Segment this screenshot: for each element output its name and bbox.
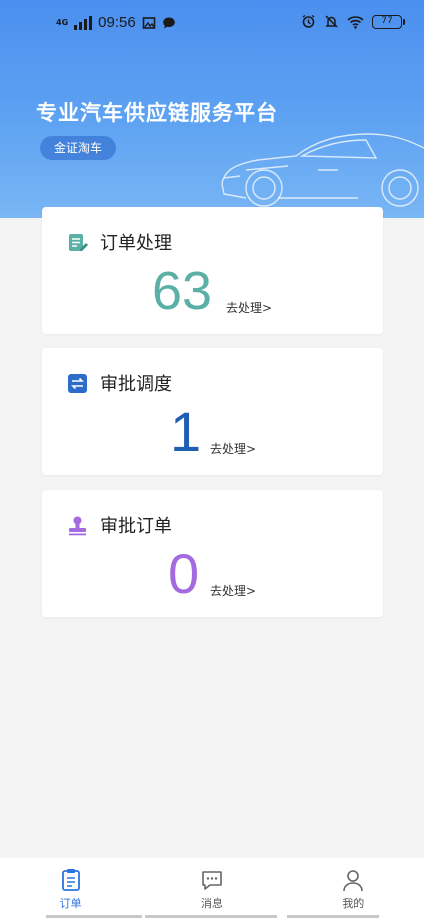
order-approval-card[interactable]: 审批订单 0 去处理> <box>42 490 383 617</box>
car-illustration <box>221 133 424 207</box>
stamp-icon <box>69 516 86 535</box>
tab-label: 订单 <box>59 897 82 910</box>
swap-arrows-icon <box>68 373 87 393</box>
order-approval-count: 0 <box>168 542 200 605</box>
dispatch-approval-count: 1 <box>170 400 202 463</box>
mute-bell-icon <box>325 15 338 28</box>
go-process-link[interactable]: 去处理> <box>210 440 256 457</box>
status-bar: 4G 09:56 77 <box>0 0 424 46</box>
card-title: 审批调度 <box>100 374 172 395</box>
wifi-icon <box>347 15 364 29</box>
card-title: 订单处理 <box>100 233 172 254</box>
bottom-tab-bar: 订单 消息 我的 <box>0 858 424 918</box>
clipboard-icon <box>61 869 80 891</box>
dispatch-approval-card[interactable]: 审批调度 1 去处理> <box>42 348 383 475</box>
tab-orders[interactable]: 订单 <box>0 858 142 918</box>
card-title: 审批订单 <box>100 516 172 537</box>
signal-icon <box>74 15 93 30</box>
order-processing-count: 63 <box>152 261 213 321</box>
chat-bubble-icon <box>202 871 222 890</box>
brand-badge: 金证淘车 <box>40 136 117 160</box>
clock-time: 09:56 <box>98 14 136 31</box>
header-banner: 4G 09:56 77 专业汽车供应链服务平台 金证淘车 <box>0 0 424 218</box>
message-icon <box>162 17 175 28</box>
battery-indicator: 77 <box>372 14 405 29</box>
user-icon <box>343 870 364 892</box>
document-edit-icon <box>69 233 88 251</box>
tab-profile[interactable]: 我的 <box>283 858 424 918</box>
tab-label: 我的 <box>342 897 365 910</box>
photo-icon <box>142 16 155 29</box>
go-process-link[interactable]: 去处理> <box>226 299 272 316</box>
platform-title: 专业汽车供应链服务平台 <box>36 101 278 125</box>
order-processing-card[interactable]: 订单处理 63 去处理> <box>42 207 383 334</box>
alarm-icon <box>302 14 315 28</box>
network-type: 4G <box>56 18 69 27</box>
go-process-link[interactable]: 去处理> <box>210 582 256 599</box>
tab-messages[interactable]: 消息 <box>141 858 282 918</box>
tab-label: 消息 <box>200 897 223 910</box>
